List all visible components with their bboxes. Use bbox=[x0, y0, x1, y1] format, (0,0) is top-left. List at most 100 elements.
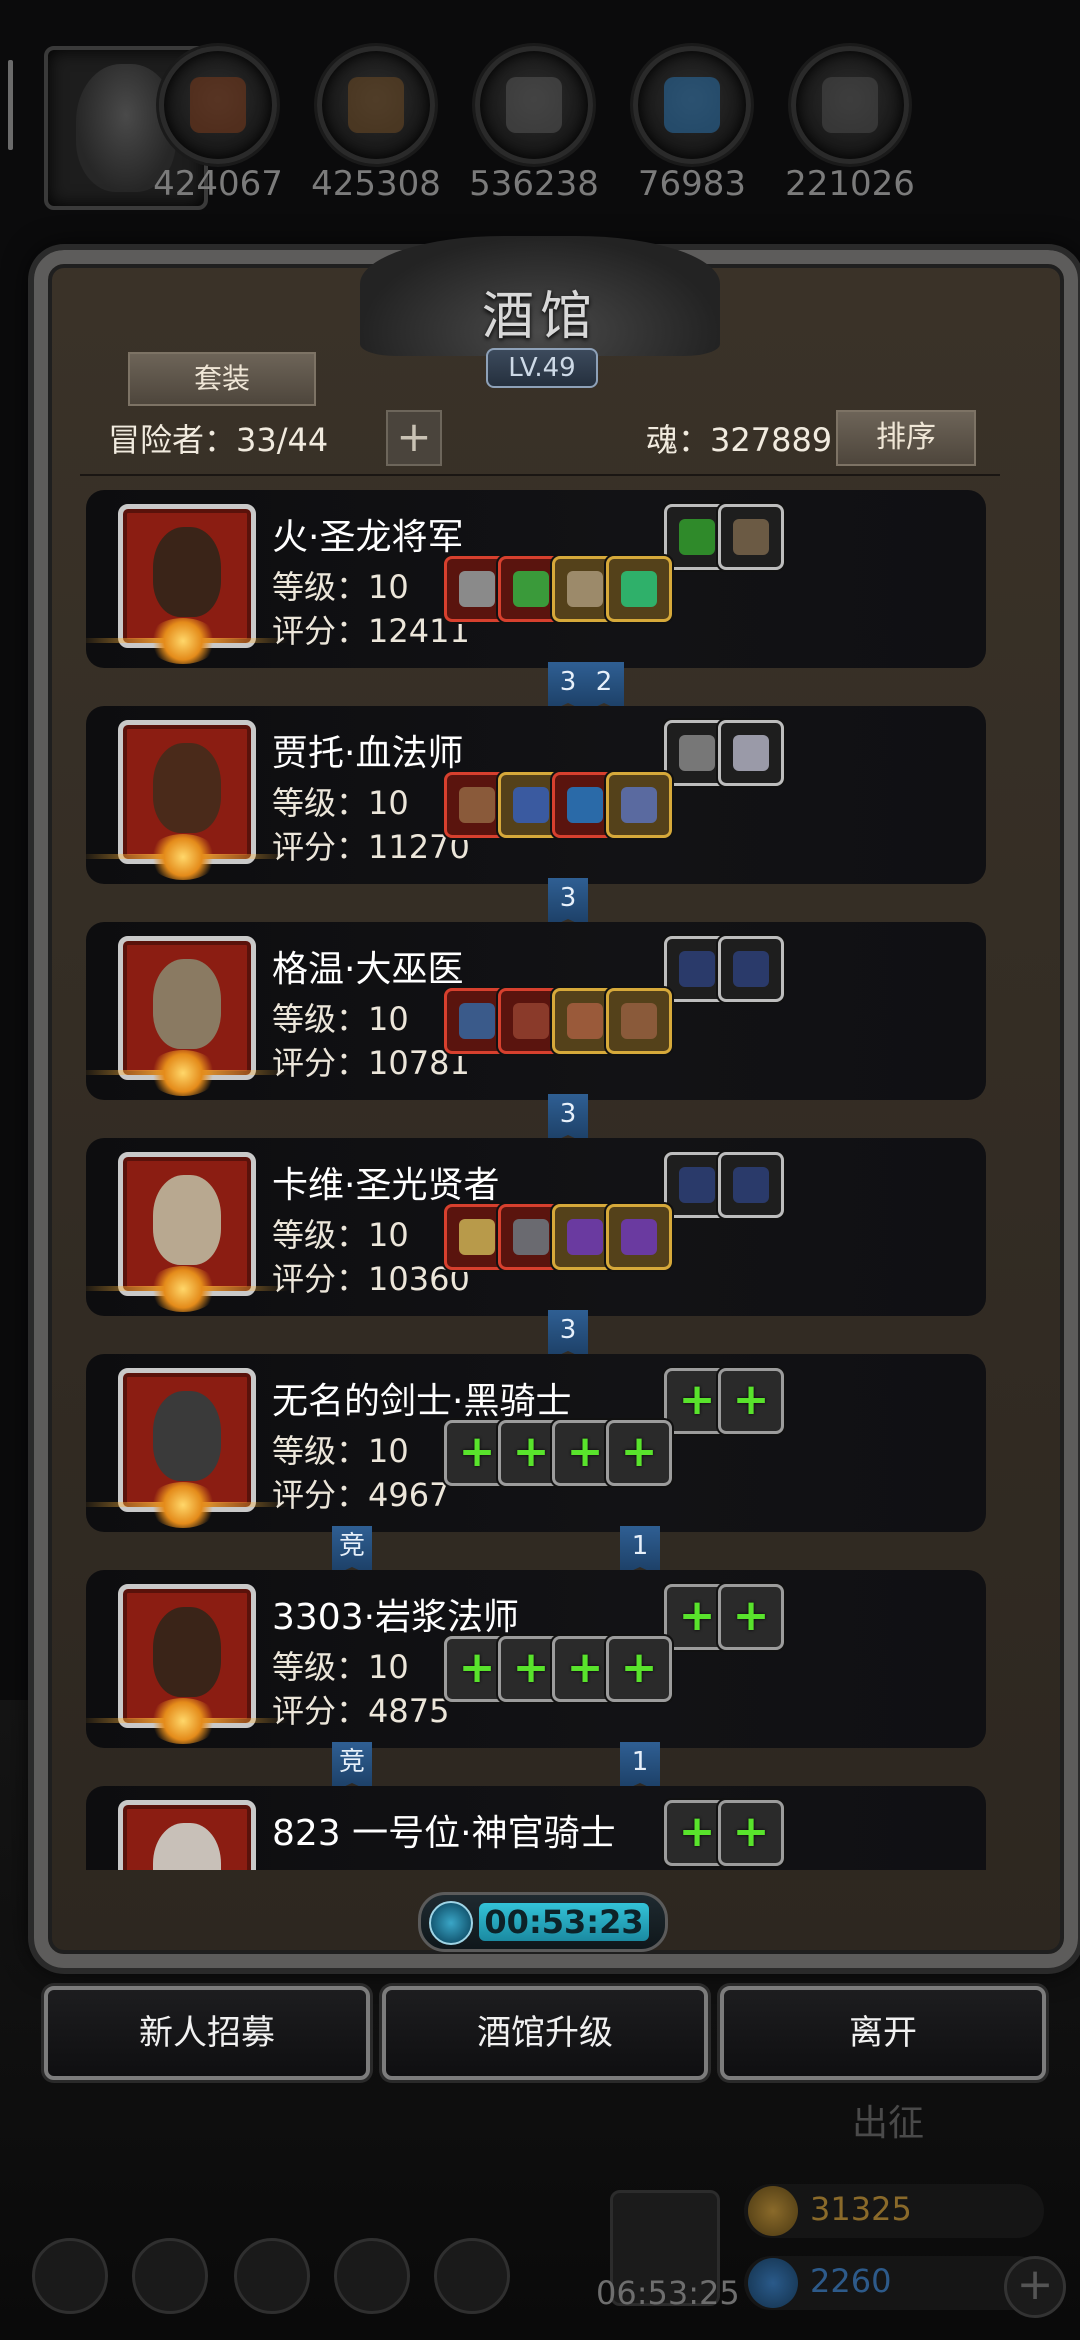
recruit-button[interactable]: 新人招募 bbox=[44, 1986, 370, 2080]
resource-4[interactable]: 221026 bbox=[780, 46, 920, 204]
guild-nav-icon[interactable] bbox=[234, 2238, 310, 2314]
hero-level: 等级：10 bbox=[272, 1000, 409, 1038]
add-currency-button[interactable]: + bbox=[1004, 2256, 1066, 2318]
resource-orb bbox=[475, 46, 593, 164]
hero-card[interactable]: 火·圣龙将军 等级：10 评分：12411 bbox=[86, 490, 986, 668]
set-bonus-tag: 3 bbox=[548, 878, 588, 928]
set-bonus-tag: 2 bbox=[584, 662, 624, 712]
hero-card[interactable]: 卡维·圣光贤者 等级：10 评分：10360 bbox=[86, 1138, 986, 1316]
hero-card[interactable]: 格温·大巫医 等级：10 评分：10781 bbox=[86, 922, 986, 1100]
equipment-slot[interactable] bbox=[606, 556, 672, 622]
rank-emblem-icon bbox=[148, 834, 218, 880]
mail-nav-icon[interactable] bbox=[334, 2238, 410, 2314]
sort-button[interactable]: 排序 bbox=[836, 410, 976, 466]
hero-face bbox=[153, 1823, 221, 1870]
accessory-slot[interactable] bbox=[718, 1152, 784, 1218]
equipment-icon bbox=[679, 951, 715, 987]
equipment-icon bbox=[621, 1219, 657, 1255]
equipment-slot[interactable]: + bbox=[606, 1636, 672, 1702]
rank-emblem-icon bbox=[148, 618, 218, 664]
set-button[interactable]: 套装 bbox=[128, 352, 316, 406]
clock-icon bbox=[429, 1901, 473, 1945]
equipment-slot[interactable] bbox=[606, 988, 672, 1054]
resource-2[interactable]: 536238 bbox=[464, 46, 604, 204]
equipment-icon bbox=[513, 571, 549, 607]
hero-list[interactable]: 火·圣龙将军 等级：10 评分：12411 3 2 贾托·血法师 等级：10 评分：11270… bbox=[86, 490, 998, 1870]
header-divider bbox=[80, 474, 1000, 476]
hero-card[interactable]: 823 一号位·神官骑士 + + bbox=[86, 1786, 986, 1870]
resource-orb bbox=[317, 46, 435, 164]
hero-score: 评分：12411 bbox=[272, 612, 470, 650]
equipment-icon bbox=[621, 787, 657, 823]
hero-name: 无名的剑士·黑骑士 bbox=[272, 1381, 572, 1422]
settings-nav-icon[interactable] bbox=[32, 2238, 108, 2314]
plus-icon: + bbox=[620, 1426, 658, 1477]
achievement-nav-icon[interactable] bbox=[132, 2238, 208, 2314]
leave-button[interactable]: 离开 bbox=[720, 1986, 1046, 2080]
plus-icon: + bbox=[620, 1642, 658, 1693]
equipment-icon bbox=[513, 787, 549, 823]
accessory-slot[interactable] bbox=[718, 936, 784, 1002]
hero-level: 等级：10 bbox=[272, 1648, 409, 1686]
hero-face bbox=[153, 1391, 221, 1481]
plus-icon: + bbox=[732, 1590, 770, 1641]
resource-orb bbox=[791, 46, 909, 164]
add-adventurer-button[interactable]: + bbox=[386, 410, 442, 466]
equipment-icon bbox=[733, 951, 769, 987]
crystal-icon bbox=[664, 77, 720, 133]
timer-text: 00:53:23 bbox=[479, 1903, 649, 1941]
equipment-slot[interactable]: + bbox=[606, 1420, 672, 1486]
equipment-icon bbox=[733, 519, 769, 555]
gold-coin-icon bbox=[748, 2186, 798, 2236]
resource-orb bbox=[633, 46, 751, 164]
equipment-slot[interactable] bbox=[606, 1204, 672, 1270]
hero-face bbox=[153, 527, 221, 617]
hero-score: 评分：10360 bbox=[272, 1260, 470, 1298]
battle-nav-icon[interactable] bbox=[434, 2238, 510, 2314]
equipment-icon bbox=[459, 1003, 495, 1039]
hero-card[interactable]: 3303·岩浆法师 等级：10 评分：4875 + + + + + + bbox=[86, 1570, 986, 1748]
accessory-slot[interactable] bbox=[718, 720, 784, 786]
resource-1[interactable]: 425308 bbox=[306, 46, 446, 204]
upgrade-tavern-button[interactable]: 酒馆升级 bbox=[382, 1986, 708, 2080]
resource-value: 76983 bbox=[637, 164, 747, 204]
hero-score: 评分：11270 bbox=[272, 828, 470, 866]
hero-face bbox=[153, 1607, 221, 1697]
hero-level: 等级：10 bbox=[272, 1216, 409, 1254]
hero-card[interactable]: 贾托·血法师 等级：10 评分：11270 bbox=[86, 706, 986, 884]
hero-name: 3303·岩浆法师 bbox=[272, 1597, 520, 1638]
equipment-icon bbox=[733, 735, 769, 771]
accessory-slot[interactable]: + bbox=[718, 1800, 784, 1866]
equipment-icon bbox=[567, 571, 603, 607]
expedition-label: 出征 bbox=[852, 2103, 925, 2144]
rank-emblem-icon bbox=[148, 1266, 218, 1312]
hero-card[interactable]: 无名的剑士·黑骑士 等级：10 评分：4967 + + + + + + bbox=[86, 1354, 986, 1532]
equipment-icon bbox=[621, 1003, 657, 1039]
adventurer-count: 冒险者：33/44 bbox=[108, 421, 329, 459]
equipment-icon bbox=[621, 571, 657, 607]
equipment-icon bbox=[459, 787, 495, 823]
hero-face bbox=[153, 1175, 221, 1265]
equipment-icon bbox=[679, 1167, 715, 1203]
equipment-icon bbox=[679, 735, 715, 771]
set-bonus-tag: 竞 bbox=[332, 1526, 372, 1576]
accessory-slot[interactable] bbox=[718, 504, 784, 570]
set-bonus-tag: 3 bbox=[548, 1094, 588, 1144]
equipment-icon bbox=[513, 1219, 549, 1255]
equipment-icon bbox=[459, 1219, 495, 1255]
stone-icon bbox=[822, 77, 878, 133]
accessory-slot[interactable]: + bbox=[718, 1584, 784, 1650]
resource-3[interactable]: 76983 bbox=[622, 46, 762, 204]
meat-icon bbox=[190, 77, 246, 133]
accessory-slot[interactable]: + bbox=[718, 1368, 784, 1434]
plus-icon: + bbox=[732, 1806, 770, 1857]
equipment-icon bbox=[733, 1167, 769, 1203]
set-bonus-tag: 1 bbox=[620, 1526, 660, 1576]
equipment-icon bbox=[567, 1003, 603, 1039]
resource-0[interactable]: 424067 bbox=[148, 46, 288, 204]
equipment-slot[interactable] bbox=[606, 772, 672, 838]
gold-value: 31325 bbox=[810, 2190, 912, 2228]
timer-bar: 00:53:23 bbox=[418, 1892, 668, 1952]
hero-score: 评分：10781 bbox=[272, 1044, 470, 1082]
hero-portrait[interactable] bbox=[118, 1800, 256, 1870]
